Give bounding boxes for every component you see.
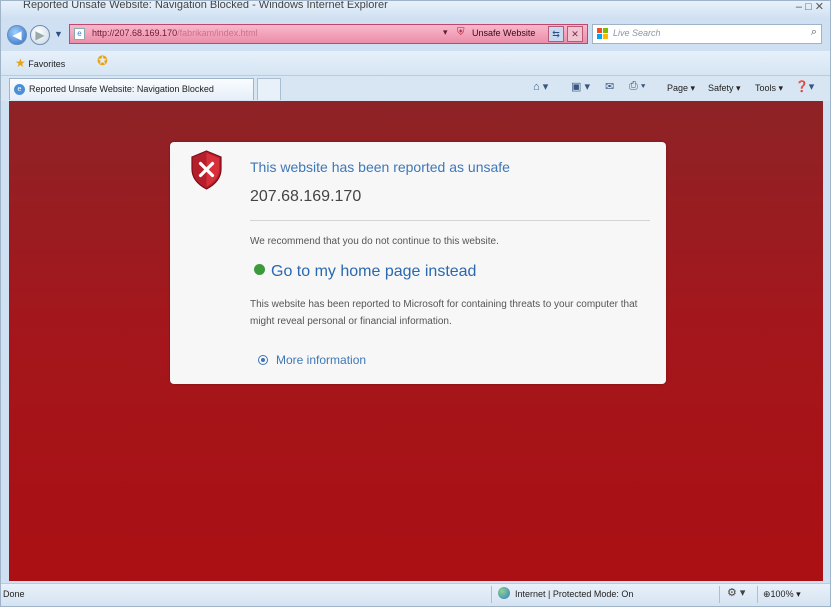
zoom-icon: ⊕ <box>763 589 771 599</box>
address-url[interactable]: http://207.68.169.170/fabrikam/index.htm… <box>92 28 258 38</box>
tools-menu[interactable]: Tools ▾ <box>755 83 783 94</box>
zoom-value: 100% <box>770 589 794 599</box>
favorites-label: Favorites <box>28 59 66 69</box>
help-icon[interactable]: ❓▾ <box>795 80 814 93</box>
blocked-page: This website has been reported as unsafe… <box>9 101 823 581</box>
tab-label: Reported Unsafe Website: Navigation Bloc… <box>29 84 214 94</box>
more-information-link[interactable]: More information <box>258 351 366 369</box>
address-bar[interactable]: e http://207.68.169.170/fabrikam/index.h… <box>69 24 588 44</box>
status-bar: Done Internet | Protected Mode: On ⚙ ▾ ⊕… <box>1 583 830 606</box>
new-tab-button[interactable] <box>257 78 281 100</box>
blocked-site-address: 207.68.169.170 <box>250 188 362 205</box>
gears-icon[interactable]: ⚙ ▾ <box>727 586 745 599</box>
stop-button[interactable]: ✕ <box>567 26 583 42</box>
security-status-label[interactable]: Unsafe Website <box>472 28 535 38</box>
recent-pages-dropdown-icon[interactable]: ▼ <box>54 29 63 39</box>
tab-row: e Reported Unsafe Website: Navigation Bl… <box>1 76 830 101</box>
page-menu[interactable]: Page ▾ <box>667 83 695 94</box>
url-host: http://207.68.169.170 <box>92 28 178 38</box>
title-bar: Reported Unsafe Website: Navigation Bloc… <box>1 1 830 19</box>
feeds-icon[interactable]: ▣ ▾ <box>571 80 590 93</box>
security-zone-label[interactable]: Internet | Protected Mode: On <box>515 589 633 599</box>
status-separator <box>491 586 492 603</box>
address-dropdown-icon[interactable]: ▾ <box>443 27 448 38</box>
favorites-bar: ★ Favorites ✪ <box>1 51 830 76</box>
logo-square-3 <box>597 34 602 39</box>
safety-menu[interactable]: Safety ▾ <box>708 83 741 94</box>
logo-square-4 <box>603 34 608 39</box>
back-button[interactable]: ◀ <box>7 25 27 45</box>
explanation-text: This website has been reported to Micros… <box>250 299 638 327</box>
divider <box>250 220 650 221</box>
forward-button[interactable]: ▶ <box>30 25 50 45</box>
tab-favicon-icon: e <box>14 84 25 95</box>
status-text: Done <box>3 589 25 599</box>
unsafe-shield-icon: ⛨ <box>457 27 465 38</box>
green-shield-icon <box>254 264 265 276</box>
search-icon[interactable]: ⌕ <box>811 26 817 39</box>
recommendation-text: We recommend that you do not continue to… <box>250 236 499 247</box>
status-separator <box>757 586 758 603</box>
logo-square-1 <box>597 28 602 33</box>
go-home-link[interactable]: Go to my home page instead <box>254 263 476 281</box>
status-separator <box>719 586 720 603</box>
url-path: /fabrikam/index.html <box>177 28 258 38</box>
search-placeholder[interactable]: Live Search <box>613 28 661 38</box>
mail-icon[interactable]: ✉ <box>605 80 614 93</box>
window-title: Reported Unsafe Website: Navigation Bloc… <box>23 1 388 11</box>
window-controls[interactable]: – □ ✕ <box>796 1 824 13</box>
page-icon: e <box>74 28 85 40</box>
refresh-button[interactable]: ⇆ <box>548 26 564 42</box>
print-icon[interactable]: ⎙ ▾ <box>629 80 645 93</box>
navigation-bar: ◀ ▶ ▼ e http://207.68.169.170/fabrikam/i… <box>1 21 830 49</box>
search-box[interactable]: Live Search ⌕ <box>592 24 822 44</box>
warning-headline: This website has been reported as unsafe <box>250 159 510 175</box>
shield-x-icon <box>191 150 222 190</box>
go-home-label: Go to my home page instead <box>271 263 477 280</box>
expand-circle-icon <box>258 355 268 365</box>
more-information-label: More information <box>276 353 367 367</box>
internet-zone-icon <box>498 587 510 599</box>
favorites-button[interactable]: ★ Favorites <box>15 56 65 70</box>
zoom-level[interactable]: ⊕100% ▾ <box>763 589 801 600</box>
warning-panel: This website has been reported as unsafe… <box>170 142 666 384</box>
logo-square-2 <box>603 28 608 33</box>
home-icon[interactable]: ⌂ ▾ <box>533 80 548 93</box>
live-search-logo-icon <box>597 28 609 40</box>
browser-window: Reported Unsafe Website: Navigation Bloc… <box>0 0 831 607</box>
favorites-star-icon: ★ <box>15 56 26 70</box>
add-to-favorites-bar-icon[interactable]: ✪ <box>97 53 108 69</box>
tab-current[interactable]: e Reported Unsafe Website: Navigation Bl… <box>9 78 254 100</box>
